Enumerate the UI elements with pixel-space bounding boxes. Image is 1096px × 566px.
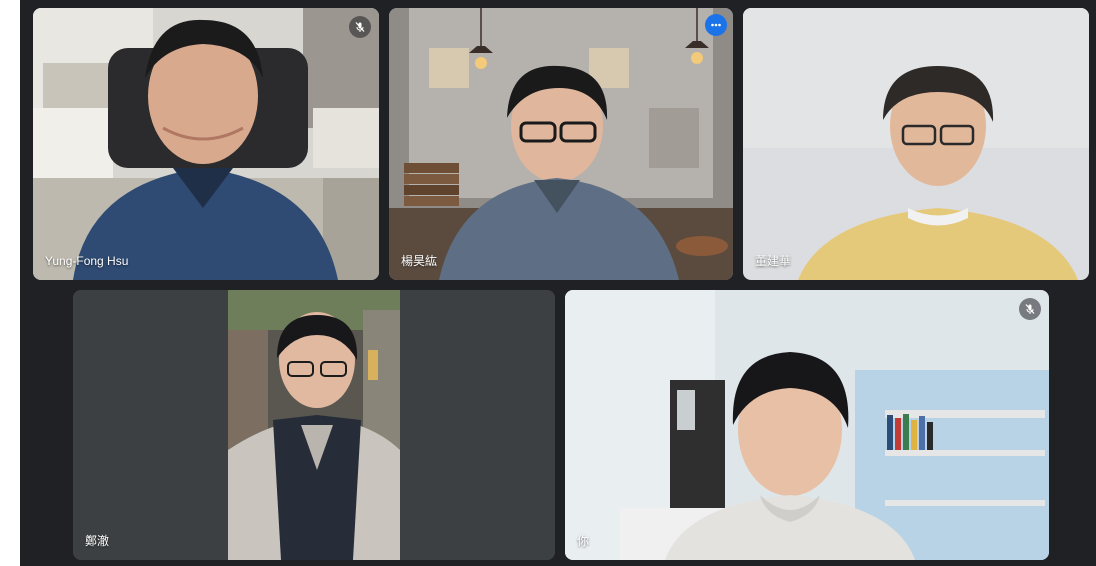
page: Yung-Fong Hsu 楊昊紘 董建華 鄭澈 你 bbox=[0, 0, 1096, 566]
mic-off-icon bbox=[1019, 298, 1041, 320]
participant-name: 董建華 bbox=[755, 254, 792, 268]
participant-name: 楊昊紘 bbox=[401, 254, 438, 268]
participant-tile-yung-fong-hsu[interactable]: Yung-Fong Hsu bbox=[33, 8, 379, 280]
participant-tile-you[interactable]: 你 bbox=[565, 290, 1049, 560]
participant-name: 你 bbox=[577, 534, 590, 548]
participant-video bbox=[565, 290, 1049, 560]
participant-video bbox=[743, 8, 1089, 280]
participant-video bbox=[33, 8, 379, 280]
participant-name: Yung-Fong Hsu bbox=[45, 254, 129, 268]
participant-tile-active-speaker[interactable]: 楊昊紘 bbox=[389, 8, 733, 280]
mic-off-icon bbox=[349, 16, 371, 38]
participant-tile-zheng-che[interactable]: 鄭澈 bbox=[73, 290, 555, 560]
participant-video bbox=[73, 290, 555, 560]
meeting-grid: Yung-Fong Hsu 楊昊紘 董建華 鄭澈 你 bbox=[20, 0, 1096, 566]
participant-name: 鄭澈 bbox=[85, 534, 110, 548]
more-options-icon[interactable] bbox=[705, 14, 727, 36]
participant-video bbox=[389, 8, 733, 280]
participant-tile-dong-jian-hua[interactable]: 董建華 bbox=[743, 8, 1089, 280]
